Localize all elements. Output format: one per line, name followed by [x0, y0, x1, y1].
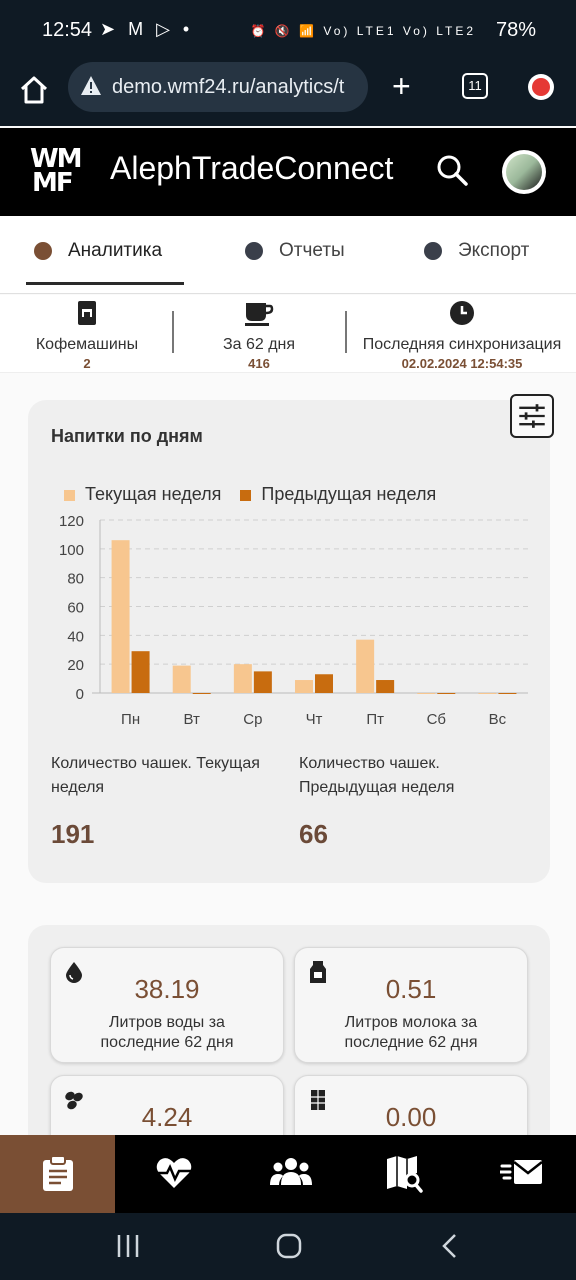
water-drop-icon	[66, 962, 82, 983]
nav-mail[interactable]	[460, 1135, 575, 1213]
x-tick-label: Сб	[427, 711, 446, 728]
stat-value: 191	[51, 819, 95, 849]
nav-analytics[interactable]	[0, 1135, 115, 1213]
divider	[172, 311, 174, 353]
chocolate-icon	[311, 1090, 325, 1110]
milk-carton-icon	[310, 961, 326, 983]
tab-dot-icon	[424, 241, 442, 260]
wmf-logo[interactable]: WM MF	[30, 144, 83, 198]
drinks-by-day-card: Напитки по дням Текущая неделя Предыдуща…	[28, 394, 554, 883]
url-text: demo.wmf24.ru/analytics/t	[112, 76, 345, 98]
bar-current	[356, 639, 375, 693]
tab-dot-icon	[245, 241, 263, 260]
update-icon[interactable]	[528, 74, 554, 100]
map-search-icon	[387, 1156, 423, 1193]
system-navigation-bar	[0, 1213, 576, 1280]
bar-current	[111, 540, 130, 693]
bar-previous	[315, 674, 333, 693]
new-tab-icon[interactable]: +	[392, 70, 411, 102]
notification-icons: ➤ M ▷ •	[100, 19, 194, 39]
tab-switcher-button[interactable]: 11	[462, 73, 488, 99]
stat-label: Количество чашек. Текущая неделя	[51, 755, 260, 796]
heartbeat-icon	[156, 1158, 192, 1188]
home-button-icon[interactable]	[276, 1233, 302, 1259]
bar-current	[172, 665, 191, 693]
tab-export[interactable]: Экспорт	[424, 240, 529, 280]
clipboard-icon	[43, 1155, 73, 1191]
nav-users[interactable]	[230, 1135, 345, 1213]
summary-bar: Кофемашины 2 За 62 дня 416 Последняя син…	[0, 295, 576, 373]
bar-previous	[437, 693, 456, 694]
bar-current	[417, 693, 436, 694]
y-tick-label: 0	[76, 686, 84, 703]
card-title: Напитки по дням	[51, 426, 203, 446]
bar-previous	[498, 693, 517, 694]
bottom-navigation	[0, 1135, 576, 1213]
tab-analytics[interactable]: Аналитика	[34, 240, 162, 280]
stat-label: Количество чашек. Предыдущая неделя	[299, 755, 455, 796]
users-icon	[270, 1158, 312, 1185]
y-tick-label: 100	[59, 542, 84, 559]
status-bar: 12:54 ➤ M ▷ • ⏰ 🔇 📶 Vo) LTE1 Vo) LTE2 78…	[0, 0, 576, 62]
bar-previous	[376, 680, 395, 693]
app-header: WM MF AlephTradeConnect	[0, 128, 576, 216]
summary-period: За 62 дня 416	[190, 299, 328, 371]
y-tick-label: 120	[59, 513, 84, 530]
summary-machines: Кофемашины 2	[18, 299, 156, 371]
x-tick-label: Ср	[243, 711, 262, 728]
filter-settings-icon[interactable]	[510, 394, 554, 438]
app-title: AlephTradeConnect	[110, 150, 394, 186]
y-tick-label: 80	[67, 571, 84, 588]
avatar[interactable]	[502, 150, 546, 194]
search-icon[interactable]	[434, 152, 470, 188]
x-tick-label: Пн	[121, 711, 140, 728]
bar-current	[233, 664, 252, 693]
divider	[345, 311, 347, 353]
clock-icon	[450, 301, 474, 325]
bar-previous	[192, 693, 211, 694]
nav-monitoring[interactable]	[115, 1135, 230, 1213]
bar-previous	[131, 651, 150, 693]
url-bar[interactable]: demo.wmf24.ru/analytics/t	[68, 62, 368, 112]
browser-toolbar: demo.wmf24.ru/analytics/t + 11	[0, 62, 576, 126]
x-tick-label: Чт	[306, 711, 323, 728]
home-icon[interactable]	[18, 74, 50, 106]
system-status-icons: ⏰ 🔇 📶 Vo) LTE1 Vo) LTE2	[250, 24, 476, 38]
status-time: 12:54	[42, 19, 93, 41]
stat-current-week: Количество чашек. Текущая неделя 191	[51, 752, 281, 849]
tab-dot-icon	[34, 241, 52, 260]
x-tick-label: Вс	[489, 711, 507, 728]
y-tick-label: 60	[67, 600, 84, 617]
stat-value: 66	[299, 819, 328, 849]
y-tick-label: 20	[67, 657, 84, 674]
back-icon[interactable]	[440, 1233, 460, 1259]
x-tick-label: Пт	[366, 711, 384, 728]
metric-milk[interactable]: 0.51 Литров молока за последние 62 дня	[294, 947, 528, 1063]
coffee-cup-icon	[245, 303, 274, 326]
summary-sync: Последняя синхронизация 02.02.2024 12:54…	[352, 299, 572, 371]
warning-icon	[81, 76, 101, 95]
bar-chart: 0 20 40 60 80 100 120 Пн Вт Ср Чт Пт Сб Вс	[59, 513, 528, 728]
y-tick-label: 40	[67, 628, 84, 645]
stat-previous-week: Количество чашек. Предыдущая неделя 66	[299, 752, 529, 849]
tab-reports[interactable]: Отчеты	[245, 240, 345, 280]
recent-apps-icon[interactable]	[116, 1233, 140, 1259]
nav-map[interactable]	[345, 1135, 460, 1213]
analytics-tabs: Аналитика Отчеты Экспорт	[0, 216, 576, 294]
battery-level: 78%	[495, 19, 536, 41]
metric-water[interactable]: 38.19 Литров воды за последние 62 дня	[50, 947, 284, 1063]
bar-current	[478, 693, 497, 694]
x-tick-label: Вт	[184, 711, 201, 728]
fast-mail-icon	[500, 1160, 543, 1184]
bar-current	[295, 680, 313, 693]
coffee-machine-icon	[78, 301, 96, 325]
bar-previous	[253, 671, 272, 693]
active-tab-indicator	[26, 282, 184, 285]
coffee-beans-icon	[65, 1091, 83, 1110]
